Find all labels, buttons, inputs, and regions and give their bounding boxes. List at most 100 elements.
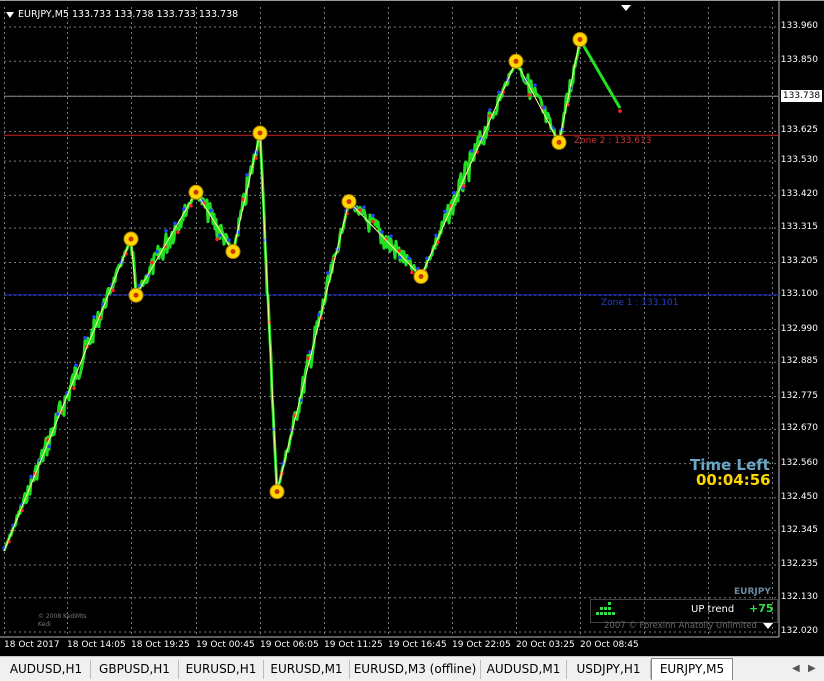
tab-eurusd-m3-offline-[interactable]: EURUSD,M3 (offline) — [350, 660, 481, 679]
high-dot — [380, 230, 384, 234]
high-dot — [218, 233, 222, 238]
high-dot — [389, 234, 393, 238]
swing-marker-center — [513, 58, 519, 64]
time-tick-label: 19 Oct 00:45 — [196, 640, 255, 650]
high-dot — [434, 233, 438, 238]
high-dot — [488, 108, 492, 112]
zone2-label: Zone 2 : 133.613 — [574, 136, 652, 146]
price-tick-label: 133.315 — [780, 222, 818, 233]
high-dot — [407, 256, 411, 260]
price-tick-label: 132.670 — [780, 423, 818, 434]
scroll-arrow-icon[interactable] — [763, 623, 773, 629]
high-dot — [173, 221, 177, 226]
swing-marker-center — [556, 139, 562, 145]
tab-eurjpy-m5[interactable]: EURJPY,M5 — [651, 658, 733, 680]
low-dot — [189, 203, 193, 208]
swing-marker-center — [274, 489, 280, 495]
tab-scroll-right-icon[interactable]: ▶ — [808, 663, 816, 674]
time-left-value: 00:04:56 — [696, 471, 771, 489]
high-dot — [47, 444, 51, 449]
swing-marker-center — [346, 199, 352, 205]
price-tick-label: 133.420 — [780, 189, 818, 200]
price-tick-label: 132.990 — [780, 323, 818, 334]
time-tick-label: 18 Oct 14:05 — [67, 640, 126, 650]
swing-marker-center — [133, 292, 139, 298]
low-dot — [72, 386, 76, 391]
current-price-tag: 133.738 — [781, 90, 822, 102]
time-tick-label: 18 Oct 2017 — [4, 640, 60, 650]
tab-usdjpy-h1[interactable]: USDJPY,H1 — [567, 660, 651, 679]
low-dot — [462, 184, 466, 188]
price-tick-label: 132.885 — [780, 356, 818, 367]
swing-marker-center — [257, 130, 263, 136]
price-tick-label: 132.235 — [780, 558, 818, 569]
price-chart[interactable] — [0, 1, 824, 657]
high-dot — [362, 205, 366, 210]
high-dot — [443, 209, 447, 214]
indicator-copyright: 2007 © Forexinn Anatoliy Unlimited — [604, 621, 757, 631]
high-dot — [371, 213, 375, 218]
high-dot — [470, 149, 474, 153]
low-dot — [176, 230, 180, 235]
tab-audusd-m1[interactable]: AUDUSD,M1 — [481, 660, 567, 679]
swing-marker-center — [577, 36, 583, 42]
price-tick-label: 132.775 — [780, 390, 818, 401]
swing-marker-center — [418, 273, 424, 279]
price-tick-label: 132.020 — [780, 626, 818, 636]
low-dot — [111, 288, 115, 293]
time-tick-label: 20 Oct 08:45 — [580, 640, 639, 650]
time-tick-label: 18 Oct 19:25 — [131, 640, 190, 650]
dropdown-triangle-icon[interactable] — [6, 11, 14, 18]
time-tick-label: 19 Oct 16:45 — [388, 640, 447, 650]
high-dot — [74, 363, 78, 368]
trend-symbol: EURJPY — [734, 587, 771, 597]
low-dot — [371, 219, 375, 224]
high-dot — [155, 249, 159, 254]
chart-area[interactable]: EURJPY,M5 133.733 133.738 133.733 133.73… — [0, 0, 824, 656]
tab-audusd-h1[interactable]: AUDUSD,H1 — [2, 660, 91, 679]
high-dot — [326, 271, 330, 275]
swing-marker-center — [193, 189, 199, 195]
price-tick-label: 132.130 — [780, 591, 818, 602]
high-dot — [497, 90, 501, 95]
tab-eurusd-h1[interactable]: EURUSD,H1 — [179, 660, 264, 679]
high-dot — [209, 208, 213, 213]
high-dot — [83, 335, 87, 340]
high-dot — [245, 173, 249, 177]
low-dot — [215, 237, 219, 242]
tab-gbpusd-h1[interactable]: GBPUSD,H1 — [91, 660, 179, 679]
trend-bars-icon — [596, 602, 615, 615]
high-dot — [29, 474, 33, 479]
tab-eurusd-m1[interactable]: EURUSD,M1 — [264, 660, 350, 679]
high-dot — [452, 190, 456, 195]
high-dot — [164, 229, 168, 233]
price-tick-label: 132.560 — [780, 457, 818, 468]
swing-marker-center — [230, 249, 236, 255]
price-tick-label: 133.960 — [780, 21, 818, 31]
low-dot — [618, 109, 622, 113]
chart-shift-arrow-icon[interactable] — [621, 5, 631, 11]
high-dot — [542, 105, 546, 110]
time-tick-label: 19 Oct 06:05 — [260, 640, 319, 650]
time-tick-label: 20 Oct 03:25 — [516, 640, 575, 650]
price-tick-label: 133.850 — [780, 55, 818, 66]
symbol-info: EURJPY,M5 133.733 133.738 133.733 133.73… — [6, 9, 238, 20]
low-dot — [150, 260, 154, 265]
high-dot — [533, 83, 537, 87]
chart-tab-bar: AUDUSD,H1 GBPUSD,H1 EURUSD,H1 EURUSD,M1 EURU… — [0, 656, 824, 681]
time-tick-label: 19 Oct 11:25 — [324, 640, 383, 650]
small-copyright: © 2008 KediMts — [38, 613, 87, 620]
trend-label: UP trend — [691, 604, 735, 615]
price-tick-label: 132.450 — [780, 491, 818, 502]
tab-scroll-left-icon[interactable]: ◀ — [792, 663, 800, 674]
price-tick-label: 133.625 — [780, 125, 818, 136]
swing-marker-center — [128, 236, 134, 242]
time-tick-label: 19 Oct 22:05 — [452, 640, 511, 650]
price-tick-label: 132.345 — [780, 524, 818, 535]
low-dot — [527, 93, 531, 97]
small-copyright-2: Kedi — [38, 621, 51, 628]
high-dot — [227, 238, 231, 242]
low-dot — [410, 270, 414, 275]
price-tick-label: 133.205 — [780, 256, 818, 267]
symbol-info-text: EURJPY,M5 133.733 133.738 133.733 133.73… — [18, 9, 239, 20]
